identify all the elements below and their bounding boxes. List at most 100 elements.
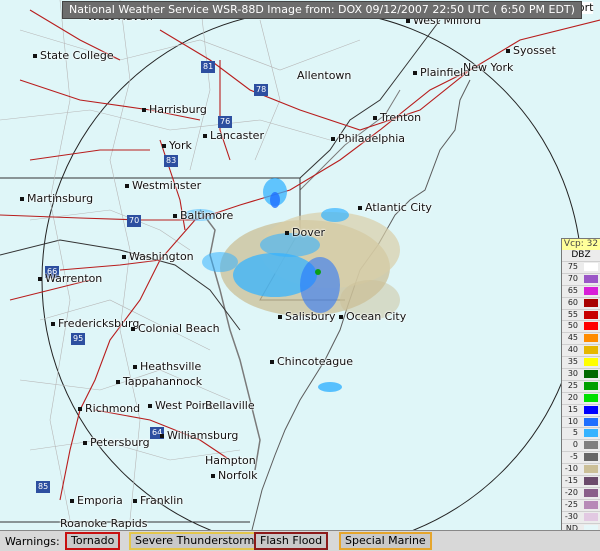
- city-marker-icon: [285, 231, 289, 235]
- legend-row: 10: [562, 415, 600, 428]
- city-washington: Washington: [122, 251, 194, 263]
- city-bellaville: Bellaville: [205, 399, 255, 412]
- legend-row: 45: [562, 332, 600, 344]
- city-marker-icon: [133, 499, 137, 503]
- flash-flood-warning-button[interactable]: Flash Flood: [254, 532, 329, 550]
- city-marker-icon: [162, 144, 166, 148]
- city-allentown: Allentown: [297, 69, 352, 82]
- legend-row: -5: [562, 451, 600, 463]
- legend-value-label: 45: [567, 333, 578, 343]
- special-marine-warning-button[interactable]: Special Marine: [339, 532, 432, 550]
- legend-color-swatch: [584, 441, 598, 450]
- highway-shield-81: 81: [201, 61, 216, 73]
- legend-row-nd: ND: [562, 522, 600, 530]
- legend-row: 50: [562, 320, 600, 332]
- radar-map[interactable]: 81 78 76 83 70 95 66 64 85 West Haven Br…: [0, 0, 600, 530]
- legend-value-label: -30: [564, 511, 578, 521]
- city-marker-icon: [173, 214, 177, 218]
- city-state-college: State College: [33, 50, 114, 62]
- city-ocean-city: Ocean City: [339, 311, 406, 323]
- legend-value-label: 40: [567, 345, 578, 355]
- city-marker-icon: [33, 54, 37, 58]
- city-heathsville: Heathsville: [133, 361, 201, 373]
- legend-row: 25: [562, 379, 600, 392]
- legend-color-swatch: [584, 346, 598, 355]
- city-marker-icon: [125, 184, 129, 188]
- legend-color-swatch: [584, 370, 598, 379]
- radar-title: National Weather Service WSR-88D Image f…: [62, 1, 582, 19]
- legend-value-label: -10: [564, 464, 578, 474]
- city-atlantic-city: Atlantic City: [358, 202, 432, 214]
- city-marker-icon: [142, 108, 146, 112]
- legend-value-label: 0: [572, 440, 578, 450]
- city-hampton: Hampton: [205, 454, 256, 467]
- legend-color-swatch: [584, 298, 598, 307]
- city-marker-icon: [116, 380, 120, 384]
- city-salisbury: Salisbury: [278, 311, 336, 323]
- highway-shield-83: 83: [164, 155, 179, 167]
- dbz-legend: Vcp: 32 DBZ 75 70 65 60 55 50 45 40 35 30 25 20 15 10…: [561, 238, 600, 530]
- city-williamsburg: Williamsburg: [160, 430, 238, 442]
- legend-value-label: 15: [567, 404, 578, 414]
- legend-row: -20: [562, 486, 600, 499]
- legend-row: -25: [562, 498, 600, 511]
- city-marker-icon: [148, 404, 152, 408]
- city-fredericksburg: Fredericksburg: [51, 318, 139, 330]
- city-marker-icon: [20, 197, 24, 201]
- warnings-label: Warnings:: [5, 535, 60, 548]
- legend-value-label: 25: [567, 380, 578, 390]
- city-philadelphia: Philadelphia: [331, 133, 405, 145]
- legend-value-label: 10: [567, 416, 578, 426]
- legend-color-swatch: [584, 358, 598, 367]
- legend-value-label: 5: [572, 428, 578, 438]
- tornado-warning-button[interactable]: Tornado: [65, 532, 121, 550]
- city-marker-icon: [278, 315, 282, 319]
- severe-thunderstorm-warning-button[interactable]: Severe Thunderstorm: [129, 532, 261, 550]
- city-tappahannock: Tappahannock: [116, 376, 202, 388]
- legend-value-label: 55: [567, 309, 578, 319]
- city-marker-icon: [131, 327, 135, 331]
- legend-row: 35: [562, 356, 600, 368]
- legend-row: 65: [562, 284, 600, 297]
- city-trenton: Trenton: [373, 112, 421, 124]
- legend-color-swatch: [584, 322, 598, 331]
- city-richmond: Richmond: [78, 403, 140, 415]
- warnings-bar: Warnings: Tornado Severe Thunderstorm Fl…: [0, 530, 600, 551]
- radar-viewer: 81 78 76 83 70 95 66 64 85 West Haven Br…: [0, 0, 600, 551]
- city-marker-icon: [133, 365, 137, 369]
- city-warrenton: Warrenton: [38, 273, 102, 285]
- city-dover: Dover: [285, 227, 325, 239]
- legend-color-swatch: [584, 310, 598, 319]
- city-baltimore: Baltimore: [173, 210, 233, 222]
- legend-value-label: 20: [567, 392, 578, 402]
- legend-color-swatch: [584, 286, 598, 295]
- legend-color-swatch: [584, 500, 598, 509]
- legend-color-swatch: [584, 263, 598, 271]
- city-marker-icon: [83, 441, 87, 445]
- vcp-label: Vcp: 32: [562, 239, 600, 250]
- legend-color-swatch: [584, 488, 598, 497]
- legend-color-swatch: [584, 393, 598, 402]
- city-marker-icon: [358, 206, 362, 210]
- legend-value-label: -15: [564, 476, 578, 486]
- legend-color-swatch: [584, 512, 598, 521]
- legend-value-label: 50: [567, 321, 578, 331]
- city-marker-icon: [78, 407, 82, 411]
- city-marker-icon: [406, 19, 410, 23]
- legend-row: 20: [562, 391, 600, 404]
- legend-value-label: -25: [564, 499, 578, 509]
- legend-color-swatch: [584, 477, 598, 486]
- legend-row: 40: [562, 344, 600, 356]
- legend-color-swatch: [584, 465, 598, 474]
- city-marker-icon: [506, 49, 510, 53]
- legend-color-swatch: [584, 429, 598, 438]
- legend-color-swatch: [584, 417, 598, 426]
- legend-value-label: -20: [564, 487, 578, 497]
- legend-row: 0: [562, 439, 600, 451]
- city-marker-icon: [331, 137, 335, 141]
- city-marker-icon: [70, 499, 74, 503]
- city-harrisburg: Harrisburg: [142, 104, 207, 116]
- legend-value-label: 60: [567, 297, 578, 307]
- highway-shield-78: 78: [254, 84, 269, 96]
- legend-color-swatch: [584, 334, 598, 343]
